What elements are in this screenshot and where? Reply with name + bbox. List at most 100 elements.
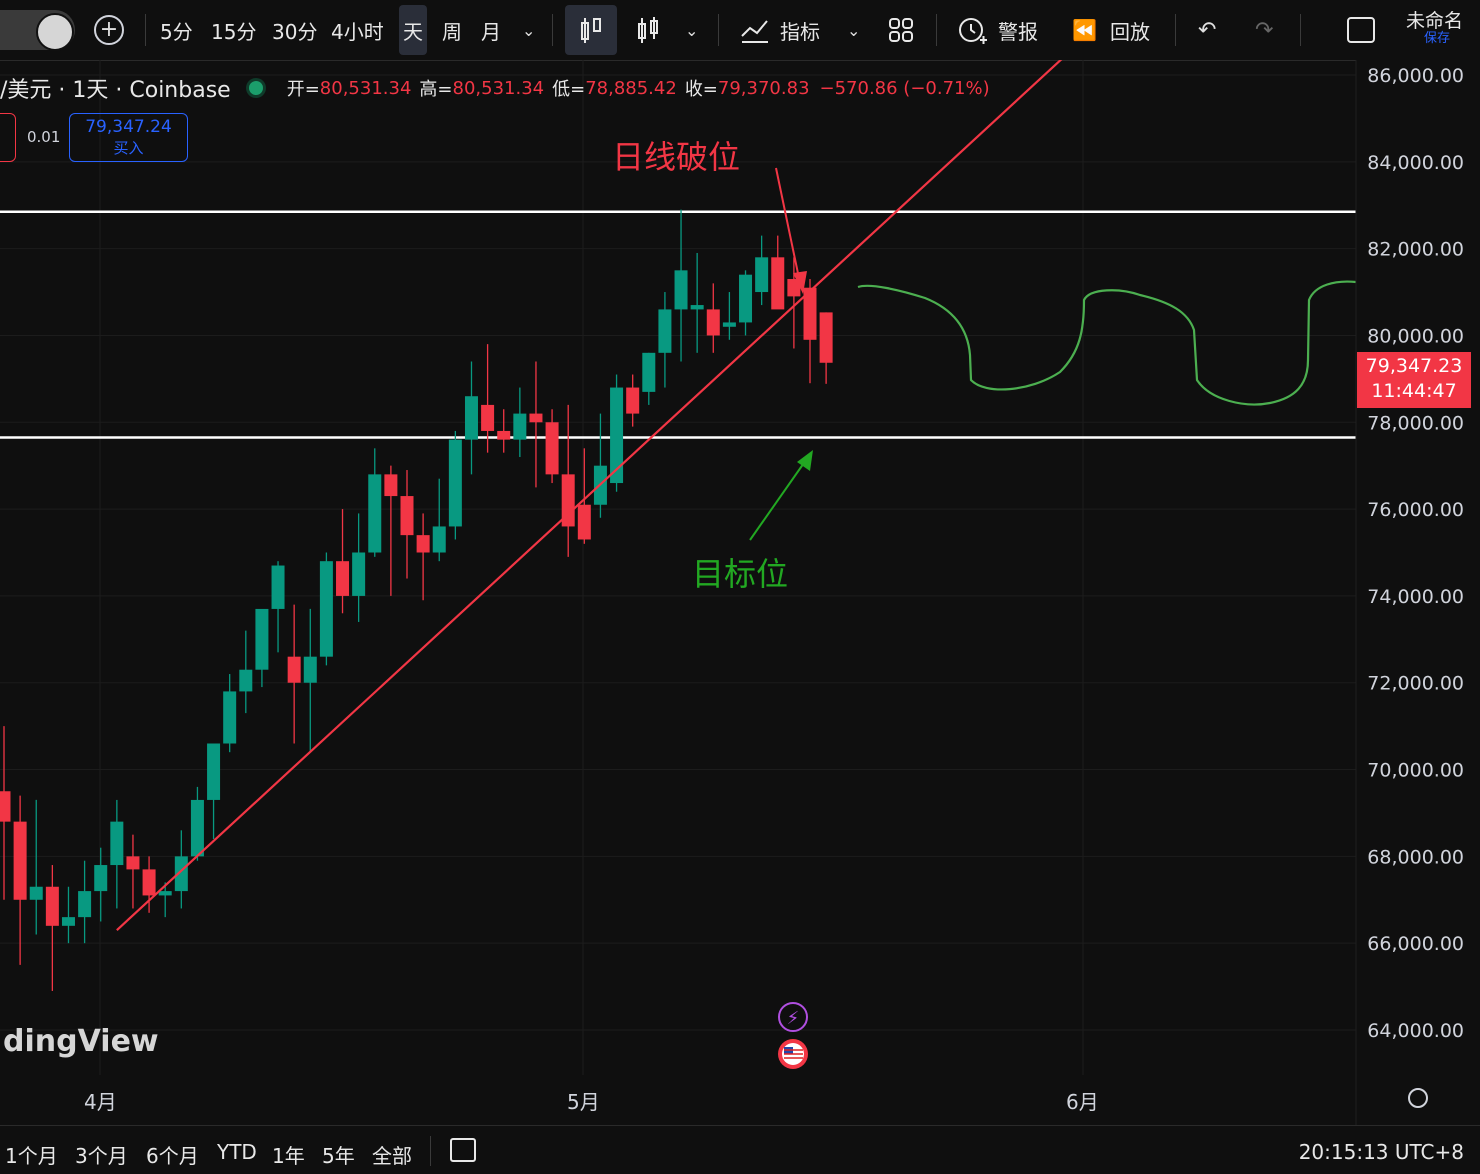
annotation-breakdown-text: 日线破位 [612, 138, 740, 176]
interval-5m[interactable]: 5分 [160, 0, 193, 60]
candle-body [755, 257, 769, 293]
high-value: 80,531.34 [452, 77, 545, 99]
y-tick-label: 64,000.00 [1367, 1020, 1464, 1042]
divider [1175, 14, 1176, 46]
candle-body [29, 886, 43, 900]
candle-body [45, 886, 59, 926]
symbol-legend: /美元 · 1天 · Coinbase 开= 80,531.34 高= 80,531… [0, 72, 990, 104]
candle-body [400, 496, 414, 536]
change-value: −570.86 (−0.71%) [819, 77, 990, 99]
y-tick-label: 86,000.00 [1367, 65, 1464, 87]
buy-label: 买入 [113, 139, 144, 157]
bar-chart-type-icon[interactable] [565, 5, 617, 55]
divider [145, 14, 146, 46]
interval-30m[interactable]: 30分 [272, 0, 317, 60]
spread-value: 0.01 [27, 128, 61, 146]
candle-body [642, 352, 656, 392]
settings-gear-icon[interactable] [1408, 1088, 1428, 1108]
undo-icon[interactable]: ↶ [1198, 0, 1216, 60]
y-tick-label: 66,000.00 [1367, 933, 1464, 955]
layout-grid-icon[interactable] [888, 0, 914, 60]
divider [430, 1136, 431, 1166]
redo-icon[interactable]: ↷ [1255, 0, 1273, 60]
candle-body [416, 535, 430, 553]
add-symbol-button[interactable]: + [94, 15, 124, 45]
candle-body [674, 270, 688, 310]
top-toolbar: + 5分 15分 30分 4小时 天 周 月 ⌄ ⌄ 指标 ⌄ 警报 ⏪ 回放 … [0, 0, 1480, 61]
candle-body [303, 656, 317, 683]
candle-chart-type-icon[interactable] [636, 0, 660, 60]
candle-body [722, 322, 736, 327]
open-value: 80,531.34 [319, 77, 412, 99]
candle-body [706, 309, 720, 336]
y-tick-label: 78,000.00 [1367, 412, 1464, 434]
range-1m[interactable]: 1个月 [5, 1140, 58, 1169]
buy-button[interactable]: 79,347.24 买入 [69, 113, 188, 162]
candle-body [368, 474, 382, 553]
interval-15m[interactable]: 15分 [211, 0, 256, 60]
candle-body [739, 274, 753, 323]
y-tick-label: 84,000.00 [1367, 152, 1464, 174]
indicators-icon[interactable] [740, 0, 770, 60]
alerts-button[interactable]: 警报 [998, 0, 1038, 60]
chevron-down-icon[interactable]: ⌄ [847, 0, 860, 60]
candle-body [771, 257, 785, 310]
candle-body [545, 422, 559, 475]
green-arrow-shaft [749, 459, 807, 541]
candle-body [239, 669, 253, 692]
fullscreen-icon[interactable] [1347, 0, 1375, 60]
range-1y[interactable]: 1年 [272, 1140, 305, 1169]
close-label: 收= [684, 79, 718, 100]
last-price-badge: 79,347.23 11:44:47 [1357, 352, 1471, 408]
calendar-icon[interactable] [450, 1138, 476, 1162]
layout-name[interactable]: 未命名 保存 [1406, 10, 1462, 46]
range-5y[interactable]: 5年 [322, 1140, 355, 1169]
y-tick-label: 82,000.00 [1367, 239, 1464, 261]
y-tick-label: 80,000.00 [1367, 325, 1464, 347]
x-axis-label: 5月 [567, 1090, 600, 1114]
save-label[interactable]: 保存 [1424, 32, 1462, 46]
range-3m[interactable]: 3个月 [75, 1140, 128, 1169]
candle-body [432, 526, 446, 553]
interval-4h[interactable]: 4小时 [331, 0, 384, 60]
interval-1w[interactable]: 周 [442, 0, 462, 60]
symbol-title[interactable]: /美元 · 1天 · Coinbase [0, 72, 231, 104]
alarm-clock-icon[interactable] [956, 0, 988, 60]
interval-1d[interactable]: 天 [399, 5, 427, 55]
candle-body [271, 565, 285, 609]
candle-body [110, 821, 124, 866]
interval-1m[interactable]: 月 [481, 0, 501, 60]
candle-body [223, 691, 237, 744]
candle-body [448, 439, 462, 527]
candle-body [0, 791, 11, 822]
y-tick-label: 76,000.00 [1367, 499, 1464, 521]
indicators-button[interactable]: 指标 [780, 0, 820, 60]
low-value: 78,885.42 [585, 77, 677, 99]
price-chart[interactable]: 86,000.00 84,000.00 82,000.00 80,000.00 78,0… [0, 60, 1480, 1125]
range-ytd[interactable]: YTD [217, 1140, 257, 1164]
y-tick-label: 70,000.00 [1367, 760, 1464, 782]
candle-body [61, 917, 75, 926]
sell-button[interactable] [0, 113, 16, 162]
account-icon[interactable] [36, 13, 74, 51]
open-label: 开= [286, 79, 320, 100]
candle-body [336, 561, 350, 596]
range-6m[interactable]: 6个月 [146, 1140, 199, 1169]
trendline [116, 60, 1063, 931]
candle-body [626, 387, 640, 414]
replay-button[interactable]: 回放 [1110, 0, 1150, 60]
candle-body [352, 552, 366, 596]
add-symbol-icon[interactable]: + [94, 0, 124, 60]
candle-body [529, 413, 543, 423]
chevron-down-icon[interactable]: ⌄ [685, 0, 698, 60]
candle-body [78, 891, 92, 918]
candle-body [287, 656, 301, 683]
rewind-icon[interactable]: ⏪ [1072, 0, 1097, 60]
chevron-down-icon[interactable]: ⌄ [522, 0, 535, 60]
candle-body [577, 504, 591, 540]
divider [936, 14, 937, 46]
clock-timezone[interactable]: 20:15:13 UTC+8 [1299, 1140, 1464, 1164]
candle-body [207, 743, 221, 800]
y-tick-label: 74,000.00 [1367, 586, 1464, 608]
range-all[interactable]: 全部 [372, 1140, 412, 1169]
